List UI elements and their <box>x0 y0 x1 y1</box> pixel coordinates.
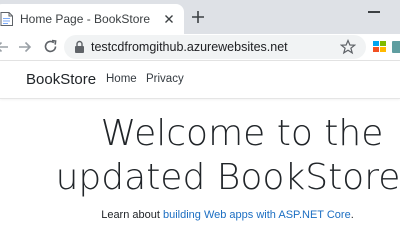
browser-tab-strip: Home Page - BookStore <box>0 0 400 34</box>
main-content: Welcome to the updated BookStore <box>0 112 400 200</box>
learn-prefix: Learn about <box>101 209 163 221</box>
page-favicon-icon <box>0 12 13 26</box>
address-bar-url[interactable]: testcdfromgithub.azurewebsites.net <box>91 40 288 54</box>
site-brand-link[interactable]: BookStore <box>26 71 96 88</box>
nav-link-privacy[interactable]: Privacy <box>146 73 184 85</box>
extension-icon-2[interactable] <box>392 40 400 54</box>
page-heading: Welcome to the updated BookStore <box>0 112 400 200</box>
nav-link-home[interactable]: Home <box>106 73 137 85</box>
bookmark-star-icon[interactable] <box>340 39 356 55</box>
tab-title: Home Page - BookStore <box>20 12 151 26</box>
reload-icon[interactable] <box>42 38 59 55</box>
browser-tab[interactable]: Home Page - BookStore <box>0 4 184 34</box>
back-arrow-icon[interactable] <box>0 39 10 55</box>
learn-suffix: . <box>350 209 354 221</box>
learn-about-text: Learn about building Web apps with ASP.N… <box>0 209 400 221</box>
minimize-window-icon[interactable] <box>368 11 380 13</box>
heading-line-1: Welcome to the <box>100 113 384 154</box>
extension-icon[interactable] <box>373 40 387 54</box>
address-bar[interactable]: testcdfromgithub.azurewebsites.net <box>64 35 366 59</box>
forward-arrow-icon[interactable] <box>17 39 33 55</box>
site-navbar: BookStore Home Privacy <box>0 61 400 99</box>
new-tab-plus-icon[interactable] <box>191 10 205 24</box>
lock-icon[interactable] <box>74 40 85 54</box>
heading-line-2: updated BookStore <box>55 157 400 198</box>
browser-toolbar: testcdfromgithub.azurewebsites.net <box>0 34 400 60</box>
aspnet-docs-link[interactable]: building Web apps with ASP.NET Core <box>163 209 351 221</box>
close-tab-icon[interactable] <box>162 12 176 26</box>
